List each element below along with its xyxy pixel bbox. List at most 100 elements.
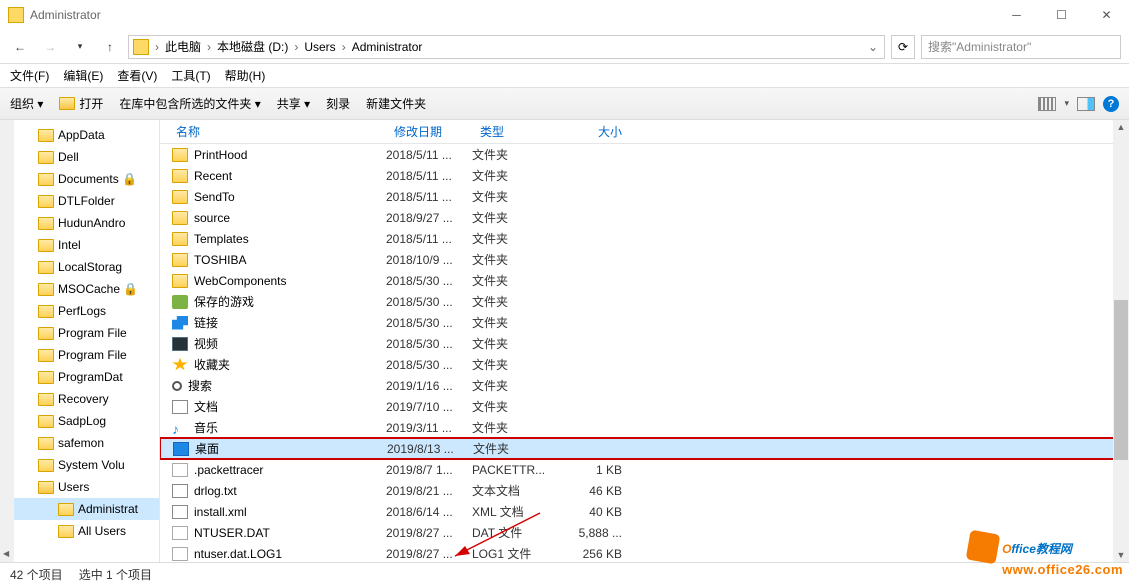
file-row[interactable]: 桌面 2019/8/13 ... 文件夹 bbox=[160, 438, 1129, 459]
scrollbar-thumb[interactable] bbox=[1114, 300, 1128, 460]
address-dropdown-icon[interactable]: ⌄ bbox=[866, 40, 880, 54]
column-size[interactable]: 大小 bbox=[558, 123, 630, 140]
content-area: AppData Dell Documents 🔒 DTLFolderHudunAndr… bbox=[0, 120, 1129, 562]
preview-pane-icon[interactable] bbox=[1077, 97, 1095, 111]
file-date: 2018/5/30 ... bbox=[386, 295, 472, 309]
recent-dropdown[interactable]: ▾ bbox=[68, 35, 92, 59]
tree-item[interactable]: safemon bbox=[0, 432, 159, 454]
tree-item[interactable]: Users bbox=[0, 476, 159, 498]
tree-item[interactable]: Recovery bbox=[0, 388, 159, 410]
file-list[interactable]: 名称 修改日期 类型 大小 PrintHood 2018/5/11 ... 文件… bbox=[160, 120, 1129, 562]
tree-item[interactable]: ProgramDat bbox=[0, 366, 159, 388]
tree-item[interactable]: Program File bbox=[0, 344, 159, 366]
link-icon bbox=[172, 316, 188, 330]
tree-item[interactable]: Administrat bbox=[0, 498, 159, 520]
folder-icon bbox=[38, 481, 54, 494]
tree-item-label: AppData bbox=[58, 128, 105, 142]
file-row[interactable]: 音乐 2019/3/11 ... 文件夹 bbox=[160, 417, 1129, 438]
share-button[interactable]: 共享 ▾ bbox=[277, 95, 310, 112]
column-type[interactable]: 类型 bbox=[472, 123, 558, 140]
tree-item[interactable]: SadpLog bbox=[0, 410, 159, 432]
tree-scrollbar-h[interactable] bbox=[0, 120, 14, 562]
column-date[interactable]: 修改日期 bbox=[386, 123, 472, 140]
open-button[interactable]: 打开 bbox=[59, 95, 103, 112]
folder-icon bbox=[38, 393, 54, 406]
file-row[interactable]: source 2018/9/27 ... 文件夹 bbox=[160, 207, 1129, 228]
file-row[interactable]: SendTo 2018/5/11 ... 文件夹 bbox=[160, 186, 1129, 207]
back-button[interactable]: ← bbox=[8, 35, 32, 59]
breadcrumb-2[interactable]: Users bbox=[300, 40, 339, 54]
organize-button[interactable]: 组织 ▾ bbox=[10, 95, 43, 112]
file-row[interactable]: 链接 2018/5/30 ... 文件夹 bbox=[160, 312, 1129, 333]
file-row[interactable]: 搜索 2019/1/16 ... 文件夹 bbox=[160, 375, 1129, 396]
file-type: 文件夹 bbox=[472, 146, 558, 163]
chevron-right-icon[interactable]: › bbox=[153, 40, 161, 54]
tree-item[interactable]: DTLFolder bbox=[0, 190, 159, 212]
file-row[interactable]: install.xml 2018/6/14 ... XML 文档 40 KB bbox=[160, 501, 1129, 522]
close-button[interactable]: ✕ bbox=[1084, 0, 1129, 30]
file-row[interactable]: 收藏夹 2018/5/30 ... 文件夹 bbox=[160, 354, 1129, 375]
tree-item[interactable]: HudunAndro bbox=[0, 212, 159, 234]
list-scrollbar[interactable]: ▲ ▼ bbox=[1113, 120, 1129, 562]
tree-item[interactable]: Program File bbox=[0, 322, 159, 344]
file-row[interactable]: drlog.txt 2019/8/21 ... 文本文档 46 KB bbox=[160, 480, 1129, 501]
maximize-button[interactable]: ☐ bbox=[1039, 0, 1084, 30]
file-type: 文本文档 bbox=[472, 482, 558, 499]
file-row[interactable]: Templates 2018/5/11 ... 文件夹 bbox=[160, 228, 1129, 249]
file-row[interactable]: 视频 2018/5/30 ... 文件夹 bbox=[160, 333, 1129, 354]
tree-item[interactable]: LocalStorag bbox=[0, 256, 159, 278]
burn-button[interactable]: 刻录 bbox=[326, 95, 350, 112]
breadcrumb-0[interactable]: 此电脑 bbox=[161, 38, 205, 55]
tree-item[interactable]: Documents 🔒 bbox=[0, 168, 159, 190]
file-date: 2018/5/30 ... bbox=[386, 274, 472, 288]
tree-item[interactable]: Dell bbox=[0, 146, 159, 168]
chevron-right-icon[interactable]: › bbox=[340, 40, 348, 54]
tree-item[interactable]: AppData bbox=[0, 124, 159, 146]
file-row[interactable]: 文档 2019/7/10 ... 文件夹 bbox=[160, 396, 1129, 417]
folder-icon bbox=[172, 253, 188, 267]
include-in-library-button[interactable]: 在库中包含所选的文件夹 ▾ bbox=[119, 95, 260, 112]
file-row[interactable]: WebComponents 2018/5/30 ... 文件夹 bbox=[160, 270, 1129, 291]
file-date: 2019/3/11 ... bbox=[386, 421, 472, 435]
up-button[interactable]: ↑ bbox=[98, 35, 122, 59]
breadcrumb-3[interactable]: Administrator bbox=[348, 40, 427, 54]
file-name: PrintHood bbox=[194, 148, 247, 162]
menu-view[interactable]: 查看(V) bbox=[117, 67, 157, 84]
folder-icon bbox=[172, 274, 188, 288]
file-row[interactable]: TOSHIBA 2018/10/9 ... 文件夹 bbox=[160, 249, 1129, 270]
file-type: LOG1 文件 bbox=[472, 545, 558, 562]
forward-button[interactable]: → bbox=[38, 35, 62, 59]
column-name[interactable]: 名称 bbox=[160, 123, 386, 140]
folder-icon bbox=[38, 415, 54, 428]
menu-edit[interactable]: 编辑(E) bbox=[63, 67, 103, 84]
chevron-right-icon[interactable]: › bbox=[205, 40, 213, 54]
breadcrumb-1[interactable]: 本地磁盘 (D:) bbox=[213, 38, 292, 55]
search-input[interactable]: 搜索"Administrator" bbox=[921, 35, 1121, 59]
file-row[interactable]: .packettracer 2019/8/7 1... PACKETTR... … bbox=[160, 459, 1129, 480]
tree-item[interactable]: Intel bbox=[0, 234, 159, 256]
file-row[interactable]: PrintHood 2018/5/11 ... 文件夹 bbox=[160, 144, 1129, 165]
tree-item[interactable]: System Volu bbox=[0, 454, 159, 476]
menu-file[interactable]: 文件(F) bbox=[10, 67, 49, 84]
refresh-button[interactable]: ⟳ bbox=[891, 35, 915, 59]
new-folder-button[interactable]: 新建文件夹 bbox=[366, 95, 426, 112]
file-name: 保存的游戏 bbox=[194, 293, 254, 310]
file-type: 文件夹 bbox=[472, 188, 558, 205]
file-size: 40 KB bbox=[558, 505, 630, 519]
view-dropdown-icon[interactable]: ▾ bbox=[1064, 98, 1069, 109]
help-icon[interactable]: ? bbox=[1103, 96, 1119, 112]
file-row[interactable]: 保存的游戏 2018/5/30 ... 文件夹 bbox=[160, 291, 1129, 312]
address-bar[interactable]: › 此电脑 › 本地磁盘 (D:) › Users › Administrato… bbox=[128, 35, 885, 59]
chevron-right-icon[interactable]: › bbox=[292, 40, 300, 54]
tree-item[interactable]: PerfLogs bbox=[0, 300, 159, 322]
menu-help[interactable]: 帮助(H) bbox=[225, 67, 266, 84]
menu-tools[interactable]: 工具(T) bbox=[171, 67, 210, 84]
tree-item[interactable]: All Users bbox=[0, 520, 159, 542]
file-row[interactable]: Recent 2018/5/11 ... 文件夹 bbox=[160, 165, 1129, 186]
tree-item[interactable]: MSOCache 🔒 bbox=[0, 278, 159, 300]
tree-item-label: Documents 🔒 bbox=[58, 172, 137, 186]
tree-item-label: ProgramDat bbox=[58, 370, 123, 384]
minimize-button[interactable]: ─ bbox=[994, 0, 1039, 30]
view-options-icon[interactable] bbox=[1038, 97, 1056, 111]
navigation-tree[interactable]: AppData Dell Documents 🔒 DTLFolderHudunAndr… bbox=[0, 120, 160, 562]
